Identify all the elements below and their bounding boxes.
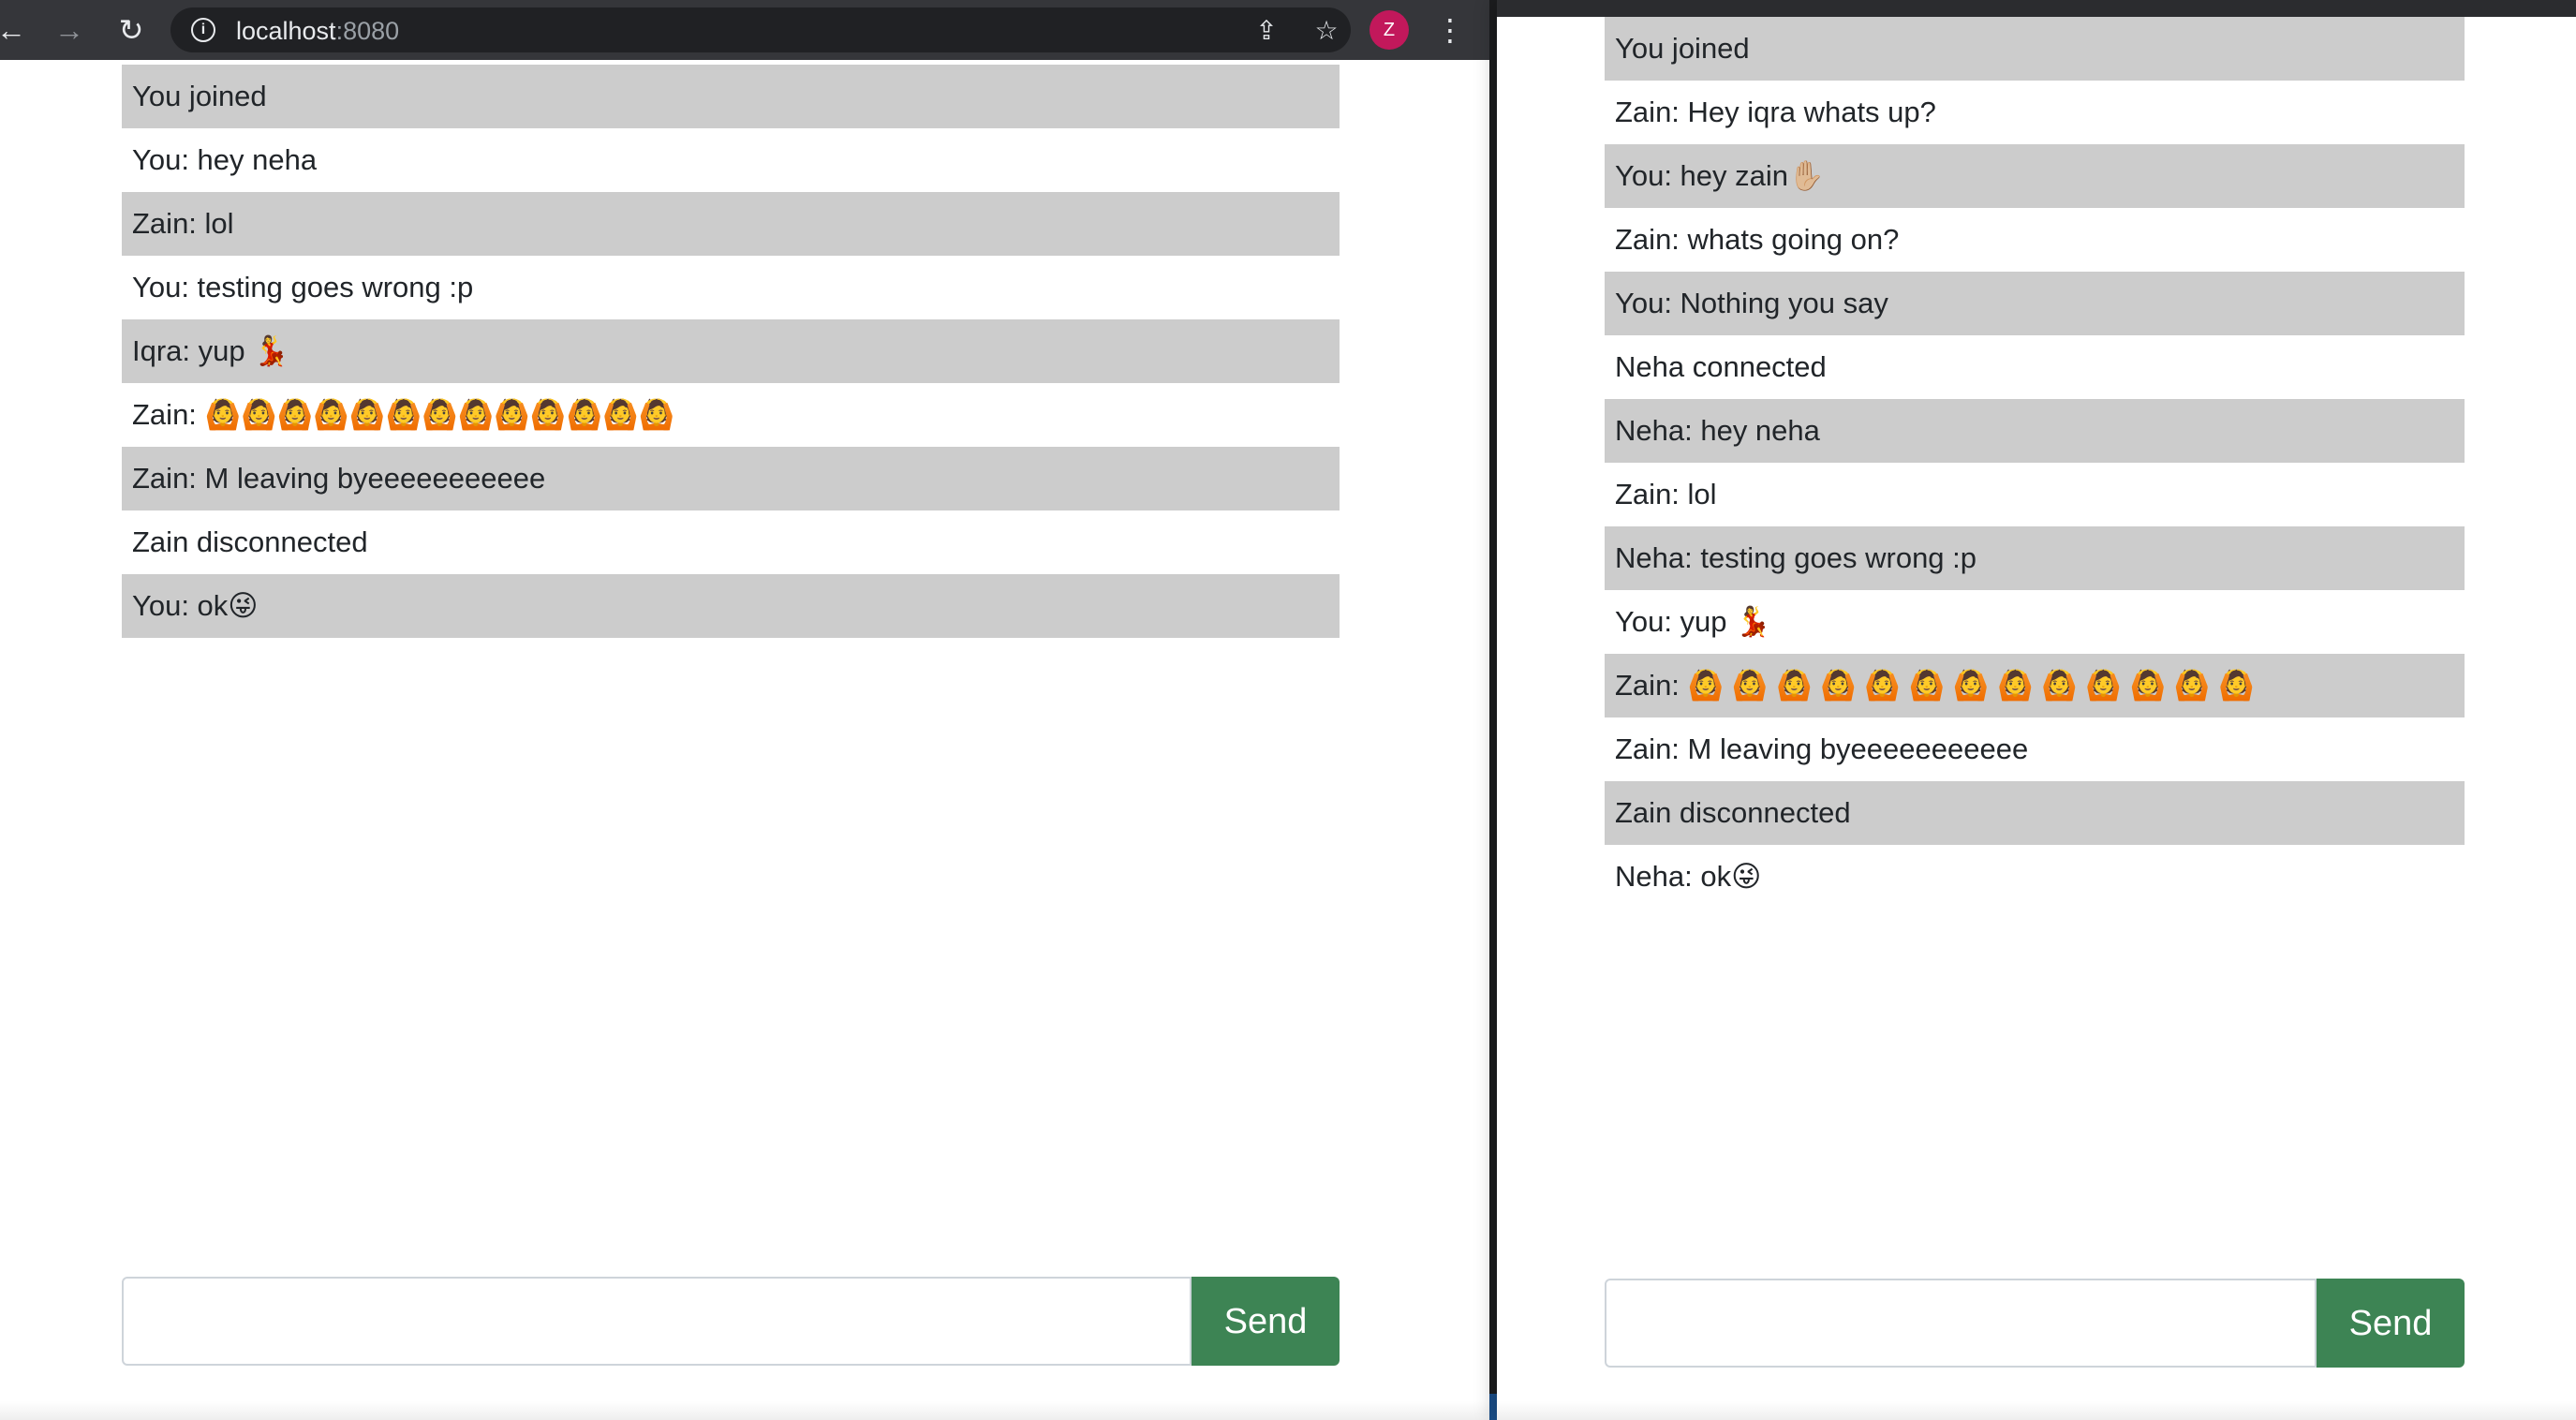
message-item: Zain: M leaving byeeeeeeeeeee — [122, 447, 1340, 510]
desktop-edge — [1489, 1394, 1497, 1420]
address-url[interactable]: localhost:8080 — [236, 17, 399, 46]
message-item: You: yup 💃 — [1615, 605, 1771, 638]
message-item: Neha: hey neha — [1605, 399, 2465, 463]
message-item: Zain: lol — [1615, 478, 1717, 510]
send-button[interactable]: Send — [1192, 1277, 1340, 1366]
window-bottom-edge — [0, 1401, 1489, 1420]
message-list: You joined You: hey neha Zain: lol You: … — [122, 65, 1340, 638]
right-browser-window: You joined Zain: Hey iqra whats up? You:… — [1497, 0, 2576, 1420]
address-port: :8080 — [335, 17, 400, 45]
message-item: You: hey zain✋🏼 — [1605, 144, 2465, 208]
send-button[interactable]: Send — [2317, 1279, 2465, 1368]
message-item: Neha: ok😜 — [1615, 860, 1762, 893]
left-browser-window: ← → ↻ i localhost:8080 ⇪ ☆ Z ⋮ You joine… — [0, 0, 1489, 1420]
message-item: You joined — [122, 65, 1340, 128]
browser-toolbar: ← → ↻ i localhost:8080 ⇪ ☆ Z ⋮ — [0, 0, 1489, 60]
kebab-menu-icon[interactable]: ⋮ — [1428, 7, 1473, 52]
site-info-icon[interactable]: i — [191, 18, 215, 42]
message-item: Zain: whats going on? — [1615, 223, 1900, 256]
window-top-edge — [1497, 0, 2576, 17]
chat-form: Send — [122, 1277, 1340, 1366]
message-input[interactable] — [1605, 1279, 2317, 1368]
back-arrow-icon[interactable]: ← — [0, 7, 34, 52]
message-item: You: ok😜 — [122, 574, 1340, 638]
message-input[interactable] — [122, 1277, 1192, 1366]
message-item: Zain: M leaving byeeeeeeeeeee — [1615, 732, 2029, 765]
forward-arrow-icon[interactable]: → — [47, 7, 92, 52]
share-icon[interactable]: ⇪ — [1250, 13, 1283, 47]
message-item: You: Nothing you say — [1605, 272, 2465, 335]
message-item: Iqra: yup 💃 — [122, 319, 1340, 383]
address-bar[interactable]: i localhost:8080 ⇪ ☆ — [170, 7, 1351, 52]
message-item: Zain: 🙆 🙆 🙆 🙆 🙆 🙆 🙆 🙆 🙆 🙆 🙆 🙆 🙆 — [1605, 654, 2465, 717]
message-item: Zain: 🙆🙆🙆🙆🙆🙆🙆🙆🙆🙆🙆🙆🙆 — [132, 398, 675, 431]
window-bottom-edge — [1497, 1401, 2576, 1420]
message-item: Zain: Hey iqra whats up? — [1615, 96, 1936, 128]
bookmark-star-icon[interactable]: ☆ — [1310, 13, 1343, 47]
chat-form: Send — [1605, 1279, 2465, 1368]
message-item: You: hey neha — [132, 143, 318, 176]
message-item: Zain disconnected — [132, 525, 368, 558]
message-list: You joined Zain: Hey iqra whats up? You:… — [1605, 17, 2465, 909]
message-item: You: testing goes wrong :p — [132, 271, 474, 303]
message-item: Neha connected — [1615, 350, 1827, 383]
address-host: localhost — [236, 17, 336, 45]
message-item: Zain disconnected — [1605, 781, 2465, 845]
profile-avatar[interactable]: Z — [1369, 10, 1409, 50]
message-item: You joined — [1605, 17, 2465, 81]
message-item: Neha: testing goes wrong :p — [1605, 526, 2465, 590]
reload-icon[interactable]: ↻ — [109, 7, 154, 52]
message-item: Zain: lol — [122, 192, 1340, 256]
window-divider — [1489, 0, 1497, 1420]
